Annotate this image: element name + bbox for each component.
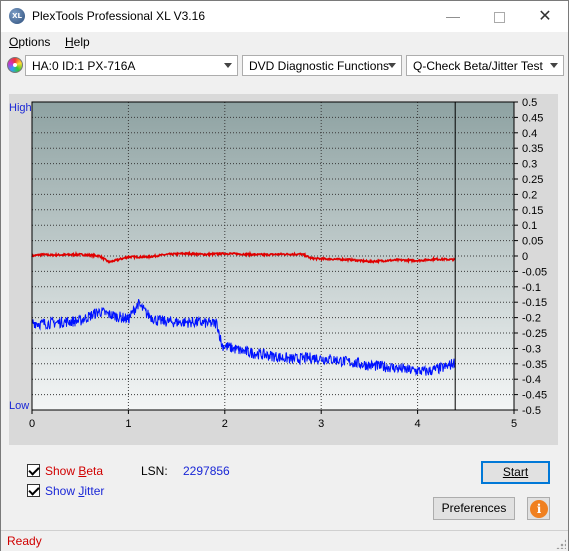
y-tick-label: -0.05 xyxy=(522,266,547,278)
lsn-label: LSN: xyxy=(141,464,168,478)
y-tick-label: -0.3 xyxy=(522,343,541,355)
beta-jitter-chart: 0.5 0.45 0.4 0.35 0.3 0.25 0.2 0.15 0.1 0.05 0 -0.0… xyxy=(29,97,547,430)
y-tick-label: -0.25 xyxy=(522,328,547,340)
y-tick-label: 0.5 xyxy=(522,97,537,109)
close-button[interactable]: ✕ xyxy=(522,1,568,32)
minimize-button[interactable]: — xyxy=(430,1,476,32)
maximize-button[interactable] xyxy=(476,1,522,32)
chevron-down-icon xyxy=(388,63,396,68)
function-select[interactable]: DVD Diagnostic Functions xyxy=(242,55,402,76)
show-jitter-checkbox[interactable] xyxy=(27,484,40,497)
show-jitter-label[interactable]: Show Jitter xyxy=(45,484,104,498)
y-tick-label: 0.2 xyxy=(522,189,537,201)
info-icon: i xyxy=(530,500,548,518)
start-button-label: Start xyxy=(502,465,529,479)
y-tick-label: 0.35 xyxy=(522,143,543,155)
y-tick-label: 0.05 xyxy=(522,236,543,248)
y-tick-label: -0.5 xyxy=(522,405,541,417)
y-tick-label: -0.1 xyxy=(522,282,541,294)
maximize-icon xyxy=(493,11,505,23)
chevron-down-icon xyxy=(550,63,558,68)
y-tick-label: 0.25 xyxy=(522,174,543,186)
x-tick-label: 1 xyxy=(125,418,131,430)
menu-options[interactable]: Options xyxy=(9,35,50,49)
start-button[interactable]: Start xyxy=(481,461,550,484)
preferences-button-label: Preferences xyxy=(441,501,507,515)
lsn-value: 2297856 xyxy=(183,464,230,478)
show-beta-checkbox[interactable] xyxy=(27,464,40,477)
close-icon: ✕ xyxy=(538,8,552,25)
chevron-down-icon xyxy=(224,63,232,68)
y-tick-label: 0.15 xyxy=(522,205,543,217)
drive-select[interactable]: HA:0 ID:1 PX-716A xyxy=(25,55,238,76)
test-select[interactable]: Q-Check Beta/Jitter Test xyxy=(406,55,564,76)
y-tick-label: 0.4 xyxy=(522,128,537,140)
x-tick-label: 5 xyxy=(511,418,517,430)
info-button[interactable]: i xyxy=(527,497,550,520)
x-tick-label: 0 xyxy=(29,418,35,430)
menu-help[interactable]: Help xyxy=(65,35,90,49)
x-tick-label: 3 xyxy=(318,418,324,430)
status-text: Ready xyxy=(7,534,42,548)
drive-select-value: HA:0 ID:1 PX-716A xyxy=(32,59,136,73)
app-logo-icon: XL xyxy=(9,8,25,24)
app-window: XL PlexTools Professional XL V3.16 — ✕ O… xyxy=(0,0,569,551)
test-select-value: Q-Check Beta/Jitter Test xyxy=(413,59,543,73)
y-tick-label: -0.2 xyxy=(522,313,541,325)
status-bar: Ready xyxy=(1,530,568,551)
y-tick-label: 0.1 xyxy=(522,220,537,232)
y-tick-label: -0.4 xyxy=(522,374,541,386)
y-tick-label: -0.45 xyxy=(522,390,547,402)
menu-bar: Options Help xyxy=(1,32,568,52)
options-panel: Show Beta Show Jitter LSN: 2297856 Start… xyxy=(9,453,558,525)
title-bar: XL PlexTools Professional XL V3.16 — ✕ xyxy=(1,1,568,32)
window-title: PlexTools Professional XL V3.16 xyxy=(32,9,205,23)
chart-panel: High Low 0.5 0.45 0.4 0.35 0.3 0.25 0.2 0.15 0.1… xyxy=(9,94,558,445)
x-tick-label: 4 xyxy=(415,418,421,430)
x-tick-label: 2 xyxy=(222,418,228,430)
resize-grip-icon[interactable] xyxy=(556,539,566,549)
drive-disc-icon xyxy=(7,57,23,73)
minimize-icon: — xyxy=(446,8,460,24)
y-tick-label: -0.35 xyxy=(522,359,547,371)
y-tick-label: 0.3 xyxy=(522,159,537,171)
y-tick-label: -0.15 xyxy=(522,297,547,309)
function-select-value: DVD Diagnostic Functions xyxy=(249,59,390,73)
y-tick-label: 0.45 xyxy=(522,112,543,124)
y-tick-label: 0 xyxy=(522,251,528,263)
preferences-button[interactable]: Preferences xyxy=(433,497,515,520)
show-beta-label[interactable]: Show Beta xyxy=(45,464,103,478)
